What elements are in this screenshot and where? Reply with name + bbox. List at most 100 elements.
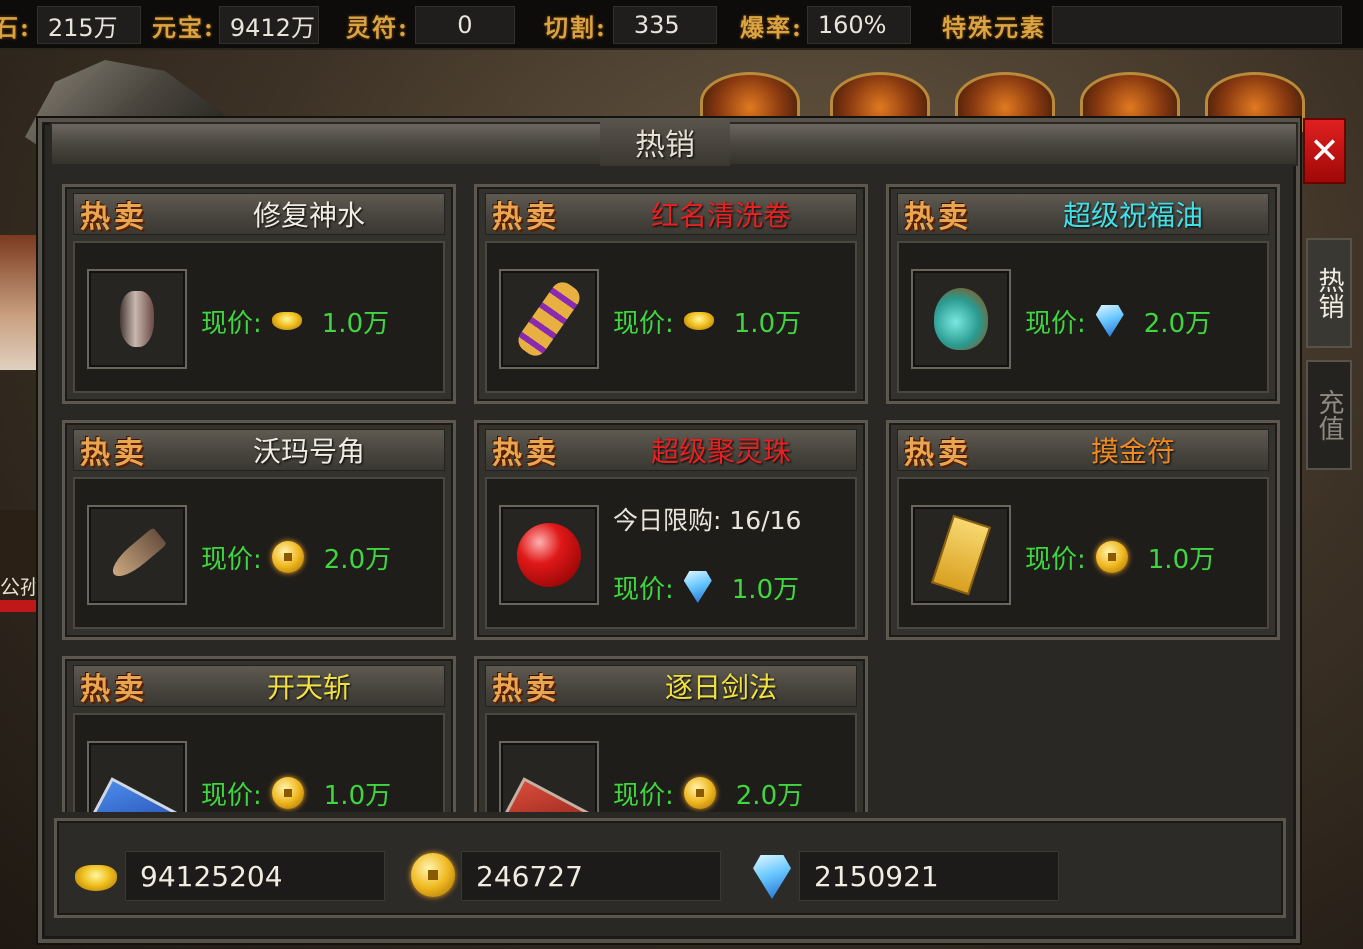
diamond-icon: [1095, 305, 1124, 337]
horn-icon: [106, 527, 168, 583]
currency-value: 94125204: [125, 851, 385, 901]
item-price: 现价: 1.0万: [1025, 537, 1215, 577]
stat-label: 切割:: [544, 12, 607, 42]
item-slot[interactable]: [87, 269, 187, 369]
item-slot[interactable]: [911, 269, 1011, 369]
player-hp-bar: [0, 600, 36, 612]
tab-hot-sale[interactable]: 热销: [1306, 238, 1352, 348]
price-label: 现价:: [201, 308, 262, 339]
item-price: 现价: 2.0万: [1025, 301, 1211, 341]
tab-recharge[interactable]: 充值: [1306, 360, 1352, 470]
item-price: 现价: 1.0万: [201, 301, 389, 341]
shop-item-card[interactable]: 热卖 开天斩现价: 1.0万: [62, 656, 456, 812]
item-slot[interactable]: [87, 505, 187, 605]
gold-coin-icon: [271, 541, 304, 573]
item-slot[interactable]: [499, 505, 599, 605]
item-name: 摸金符: [1090, 435, 1175, 468]
stat-stone: 石: 215万: [0, 6, 141, 44]
price-value: 1.0万: [733, 308, 802, 339]
stat-label: 元宝:: [152, 12, 215, 42]
potion-bottle-icon: [120, 291, 154, 347]
gold-coin-icon: [411, 853, 455, 897]
skill-book-blue-icon: [88, 777, 186, 812]
stat-value: 215万: [36, 6, 141, 44]
stat-special-element: 特殊元素: [942, 6, 1342, 44]
item-slot[interactable]: [499, 741, 599, 812]
price-value: 1.0万: [1147, 544, 1216, 575]
item-header: 热卖 开天斩: [73, 665, 445, 707]
hot-sale-label: 热卖: [492, 436, 560, 471]
price-label: 现价:: [613, 780, 674, 811]
stat-lingfu: 灵符: 0: [346, 6, 515, 44]
scroll-icon: [513, 277, 585, 361]
price-value: 2.0万: [1143, 308, 1212, 339]
price-value: 1.0万: [731, 574, 800, 605]
shop-item-card[interactable]: 热卖 超级聚灵珠 今日限购: 16/16 现价: 1.0万: [474, 420, 868, 640]
item-name: 红名清洗卷: [650, 199, 791, 232]
item-header: 热卖 超级祝福油: [897, 193, 1269, 235]
shop-item-card[interactable]: 热卖 红名清洗卷 现价: 1.0万: [474, 184, 868, 404]
item-name: 修复神水: [252, 199, 365, 232]
shop-item-card[interactable]: 热卖 修复神水现价: 1.0万: [62, 184, 456, 404]
item-body: 现价: 1.0万: [897, 477, 1269, 629]
item-price: 现价: 1.0万: [613, 301, 801, 341]
item-name: 开天斩: [266, 671, 351, 704]
price-label: 现价:: [613, 308, 674, 339]
item-body: 今日限购: 16/16 现价: 1.0万: [485, 477, 857, 629]
price-label: 现价:: [613, 574, 674, 605]
spirit-pearl-icon: [517, 523, 581, 587]
close-button[interactable]: ✕: [1303, 118, 1346, 184]
item-body: 现价: 1.0万: [73, 713, 445, 812]
shop-item-card[interactable]: 热卖 逐日剑法 现价: 2.0万: [474, 656, 868, 812]
stat-label: 灵符:: [346, 12, 409, 42]
item-header: 热卖 摸金符: [897, 429, 1269, 471]
game-screen: 公孙 石: 215万 元宝: 9412万 灵符: 0 切割: 335 爆率: 1…: [0, 0, 1363, 949]
price-value: 1.0万: [321, 308, 390, 339]
item-price: 现价: 1.0万: [613, 567, 799, 607]
item-slot[interactable]: [911, 505, 1011, 605]
tab-label: 热销: [1314, 267, 1344, 319]
item-body: 现价: 1.0万: [485, 241, 857, 393]
player-avatar[interactable]: 公孙: [0, 510, 40, 610]
item-body: 现价: 2.0万: [485, 713, 857, 812]
hot-sale-label: 热卖: [80, 436, 148, 471]
stat-label: 石:: [0, 12, 31, 42]
player-portrait[interactable]: [0, 235, 40, 370]
price-label: 现价:: [201, 780, 262, 811]
currency-footer: 94125204 246727 2150921: [54, 818, 1286, 918]
stat-value: 160%: [806, 6, 911, 44]
stat-value: [1052, 6, 1342, 44]
stat-baolv: 爆率: 160%: [740, 6, 911, 44]
stat-value: 0: [414, 6, 515, 44]
gold-ingot-icon: [75, 865, 117, 891]
shop-item-card[interactable]: 热卖 沃玛号角现价: 2.0万: [62, 420, 456, 640]
currency-value: 246727: [461, 851, 721, 901]
item-price: 现价: 2.0万: [613, 773, 803, 812]
item-name: 逐日剑法: [664, 671, 777, 704]
player-name: 公孙: [0, 575, 40, 599]
item-header: 热卖 修复神水: [73, 193, 445, 235]
gold-coin-icon: [271, 777, 304, 809]
stat-value: 335: [612, 6, 717, 44]
item-body: 现价: 2.0万: [73, 477, 445, 629]
resource-stat-bar: 石: 215万 元宝: 9412万 灵符: 0 切割: 335 爆率: 160%…: [0, 0, 1363, 50]
skill-book-red-icon: [500, 777, 598, 812]
item-price: 现价: 1.0万: [201, 773, 391, 812]
tab-label: 充值: [1314, 389, 1344, 441]
item-body: 现价: 2.0万: [897, 241, 1269, 393]
shop-item-card[interactable]: 热卖 超级祝福油现价: 2.0万: [886, 184, 1280, 404]
item-name: 超级祝福油: [1062, 199, 1203, 232]
price-value: 2.0万: [323, 544, 392, 575]
hot-sale-label: 热卖: [904, 200, 972, 235]
shop-item-card[interactable]: 热卖 摸金符现价: 1.0万: [886, 420, 1280, 640]
price-label: 现价:: [1025, 308, 1086, 339]
item-price: 现价: 2.0万: [201, 537, 391, 577]
item-slot[interactable]: [499, 269, 599, 369]
item-slot[interactable]: [87, 741, 187, 812]
item-header: 热卖 沃玛号角: [73, 429, 445, 471]
gold-ingot-icon: [271, 312, 302, 330]
price-value: 2.0万: [735, 780, 804, 811]
stat-yuanbao: 元宝: 9412万: [152, 6, 319, 44]
talisman-icon: [930, 514, 992, 596]
hot-sale-label: 热卖: [904, 436, 972, 471]
